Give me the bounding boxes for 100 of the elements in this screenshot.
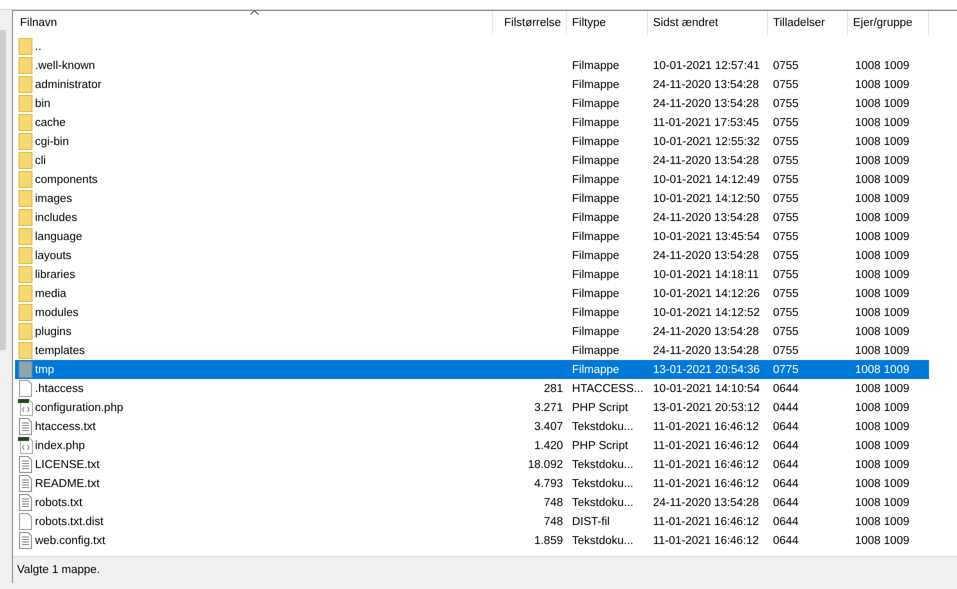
file-row[interactable]: libraries Filmappe 10-01-2021 14:18:11 0755 1008 1009 bbox=[15, 265, 929, 284]
date-cell: 24-11-2020 13:54:28 bbox=[653, 98, 759, 110]
type-cell: Filmappe bbox=[572, 78, 620, 90]
column-header[interactable]: Filnavn bbox=[15, 11, 493, 35]
owner-cell: 1008 1009 bbox=[855, 60, 910, 72]
column-header[interactable]: Tilladelser bbox=[768, 11, 848, 35]
file-name: includes bbox=[35, 212, 78, 224]
owner-cell: 1008 1009 bbox=[855, 364, 910, 376]
folder-icon bbox=[18, 342, 33, 359]
permissions-cell: 0755 bbox=[773, 268, 799, 280]
file-row[interactable]: index.php 1.420 PHP Script 11-01-2021 16:46:12 0644 1008 1009 bbox=[15, 436, 929, 455]
owner-cell: 1008 1009 bbox=[855, 420, 910, 432]
owner-cell: 1008 1009 bbox=[855, 458, 910, 470]
file-row[interactable]: plugins Filmappe 24-11-2020 13:54:28 0755 1008 1009 bbox=[15, 322, 929, 341]
date-cell: 10-01-2021 14:18:11 bbox=[653, 268, 759, 280]
permissions-cell: 0644 bbox=[773, 382, 799, 394]
folder-icon bbox=[18, 247, 33, 264]
permissions-cell: 0444 bbox=[773, 402, 799, 414]
file-row[interactable]: README.txt 4.793 Tekstdoku... 11-01-2021 16:46:12 0644 1008 1009 bbox=[15, 474, 929, 493]
file-row[interactable]: configuration.php 3.271 PHP Script 13-01-2021 20:53:12 0444 1008 1009 bbox=[15, 398, 929, 417]
file-row[interactable]: .htaccess 281 HTACCESS... 10-01-2021 14:10:54 0644 1008 1009 bbox=[15, 379, 929, 398]
column-header[interactable]: Ejer/gruppe bbox=[848, 11, 929, 35]
text-file-icon bbox=[18, 494, 33, 511]
size-cell: 3.407 bbox=[534, 420, 563, 432]
folder-icon bbox=[18, 228, 33, 245]
file-row[interactable]: tmp Filmappe 13-01-2021 20:54:36 0775 1008 1009 bbox=[15, 360, 929, 379]
file-row[interactable]: htaccess.txt 3.407 Tekstdoku... 11-01-2021 16:46:12 0644 1008 1009 bbox=[15, 417, 929, 436]
file-row[interactable]: media Filmappe 10-01-2021 14:12:26 0755 1008 1009 bbox=[15, 284, 929, 303]
owner-cell: 1008 1009 bbox=[855, 402, 910, 414]
owner-cell: 1008 1009 bbox=[855, 478, 910, 490]
file-row[interactable]: modules Filmappe 10-01-2021 14:12:52 0755 1008 1009 bbox=[15, 303, 929, 322]
owner-cell: 1008 1009 bbox=[855, 230, 910, 242]
file-row[interactable]: cgi-bin Filmappe 10-01-2021 12:55:32 0755 1008 1009 bbox=[15, 132, 929, 151]
status-text: Valgte 1 mappe. bbox=[17, 564, 100, 576]
file-name: templates bbox=[35, 344, 85, 356]
permissions-cell: 0755 bbox=[773, 136, 799, 148]
file-row[interactable]: .. bbox=[15, 37, 929, 56]
file-name: robots.txt.dist bbox=[35, 516, 104, 528]
owner-cell: 1008 1009 bbox=[855, 212, 910, 224]
date-cell: 24-11-2020 13:54:28 bbox=[653, 344, 759, 356]
file-name: .. bbox=[35, 40, 42, 52]
date-cell: 10-01-2021 14:12:49 bbox=[653, 174, 760, 186]
owner-cell: 1008 1009 bbox=[855, 288, 910, 300]
file-icon bbox=[18, 380, 33, 397]
permissions-cell: 0755 bbox=[773, 326, 799, 338]
file-name: robots.txt bbox=[35, 496, 82, 508]
file-row[interactable]: administrator Filmappe 24-11-2020 13:54:28 0755 1008 1009 bbox=[15, 75, 929, 94]
file-row[interactable]: cli Filmappe 24-11-2020 13:54:28 0755 1008 1009 bbox=[15, 151, 929, 170]
type-cell: Filmappe bbox=[572, 136, 620, 148]
owner-cell: 1008 1009 bbox=[855, 306, 910, 318]
column-header[interactable]: Filtype bbox=[567, 11, 648, 35]
file-row[interactable]: robots.txt 748 Tekstdoku... 24-11-2020 13:54:28 0644 1008 1009 bbox=[15, 493, 929, 512]
file-row[interactable]: language Filmappe 10-01-2021 13:45:54 0755 1008 1009 bbox=[15, 227, 929, 246]
owner-cell: 1008 1009 bbox=[855, 516, 910, 528]
size-cell: 18.092 bbox=[528, 458, 563, 470]
file-row[interactable]: robots.txt.dist 748 DIST-fil 11-01-2021 16:46:12 0644 1008 1009 bbox=[15, 512, 929, 531]
file-row[interactable]: components Filmappe 10-01-2021 14:12:49 0755 1008 1009 bbox=[15, 170, 929, 189]
column-header[interactable]: Filstørrelse bbox=[493, 11, 567, 35]
folder-icon bbox=[18, 57, 33, 74]
file-row[interactable]: LICENSE.txt 18.092 Tekstdoku... 11-01-2021 16:46:12 0644 1008 1009 bbox=[15, 455, 929, 474]
date-cell: 11-01-2021 16:46:12 bbox=[653, 516, 759, 528]
file-name: web.config.txt bbox=[35, 534, 106, 546]
file-row[interactable]: cache Filmappe 11-01-2021 17:53:45 0755 1008 1009 bbox=[15, 113, 929, 132]
file-name: modules bbox=[35, 306, 78, 318]
file-row[interactable]: layouts Filmappe 24-11-2020 13:54:28 0755 1008 1009 bbox=[15, 246, 929, 265]
file-name: index.php bbox=[35, 440, 85, 452]
folder-icon bbox=[18, 171, 33, 188]
text-file-icon bbox=[18, 456, 33, 473]
type-cell: Filmappe bbox=[572, 288, 620, 300]
owner-cell: 1008 1009 bbox=[855, 440, 910, 452]
size-cell: 1.420 bbox=[534, 440, 563, 452]
file-row[interactable]: web.config.txt 1.859 Tekstdoku... 11-01-2021 16:46:12 0644 1008 1009 bbox=[15, 531, 929, 550]
file-row[interactable]: templates Filmappe 24-11-2020 13:54:28 0755 1008 1009 bbox=[15, 341, 929, 360]
file-row[interactable]: bin Filmappe 24-11-2020 13:54:28 0755 1008 1009 bbox=[15, 94, 929, 113]
date-cell: 24-11-2020 13:54:28 bbox=[653, 212, 759, 224]
permissions-cell: 0644 bbox=[773, 516, 799, 528]
type-cell: Tekstdoku... bbox=[572, 478, 634, 490]
file-row[interactable]: images Filmappe 10-01-2021 14:12:50 0755 1008 1009 bbox=[15, 189, 929, 208]
file-name: configuration.php bbox=[35, 402, 124, 414]
permissions-cell: 0755 bbox=[773, 230, 799, 242]
folder-icon bbox=[18, 133, 33, 150]
date-cell: 13-01-2021 20:53:12 bbox=[653, 402, 760, 414]
file-name: README.txt bbox=[35, 478, 100, 490]
file-row[interactable]: includes Filmappe 24-11-2020 13:54:28 0755 1008 1009 bbox=[15, 208, 929, 227]
owner-cell: 1008 1009 bbox=[855, 136, 910, 148]
folder-icon bbox=[18, 209, 33, 226]
permissions-cell: 0755 bbox=[773, 78, 799, 90]
folder-icon bbox=[18, 38, 33, 55]
folder-icon bbox=[18, 152, 33, 169]
permissions-cell: 0755 bbox=[773, 116, 799, 128]
column-header[interactable]: Sidst ændret bbox=[648, 11, 768, 35]
file-icon bbox=[18, 513, 33, 530]
file-row[interactable]: .well-known Filmappe 10-01-2021 12:57:41 0755 1008 1009 bbox=[15, 56, 929, 75]
owner-cell: 1008 1009 bbox=[855, 534, 910, 546]
permissions-cell: 0644 bbox=[773, 420, 799, 432]
owner-cell: 1008 1009 bbox=[855, 192, 910, 204]
type-cell: Filmappe bbox=[572, 60, 620, 72]
date-cell: 10-01-2021 14:12:50 bbox=[653, 192, 760, 204]
date-cell: 11-01-2021 16:46:12 bbox=[653, 478, 759, 490]
type-cell: Tekstdoku... bbox=[572, 420, 634, 432]
